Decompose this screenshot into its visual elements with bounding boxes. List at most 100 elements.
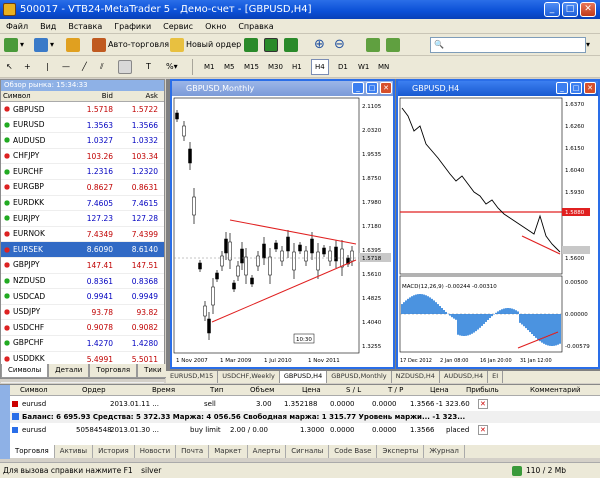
market-watch-row[interactable]: AUDUSD 1.0327 1.0332 — [1, 133, 164, 149]
chart-h4-close[interactable]: ✕ — [584, 82, 596, 94]
tab-symbols[interactable]: Символы — [1, 364, 49, 378]
vertical-line-tool[interactable]: | — [46, 59, 49, 75]
chart-tab[interactable]: EI — [488, 371, 504, 383]
channel-tool[interactable]: ⫽ — [100, 59, 104, 75]
close-button[interactable]: ✕ — [580, 2, 596, 17]
cursor-tool[interactable]: ↖ — [6, 59, 13, 75]
col-symbol[interactable]: Символ — [20, 385, 48, 396]
terminal-tab[interactable]: Активы — [55, 445, 94, 458]
terminal-tab[interactable]: Журнал — [424, 445, 465, 458]
menu-help[interactable]: Справка — [232, 19, 279, 34]
fibonacci-tool[interactable] — [118, 59, 132, 75]
chart-tab[interactable]: NZDUSD,H4 — [392, 371, 440, 383]
bar-chart-button[interactable] — [244, 37, 258, 53]
chart-tab[interactable]: GBPUSD,H4 — [279, 371, 328, 383]
chart-tab[interactable]: USDCHF,Weekly — [218, 371, 280, 383]
market-watch-row[interactable]: USDJPY 93.78 93.82 — [1, 305, 164, 321]
market-watch-row[interactable]: EURJPY 127.23 127.28 — [1, 211, 164, 227]
new-chart-button[interactable]: ▾ — [4, 37, 24, 53]
market-watch-row[interactable]: USDCAD 0.9941 0.9949 — [1, 289, 164, 305]
profiles-button[interactable]: ▾ — [34, 37, 54, 53]
autoscroll-button[interactable] — [386, 37, 400, 53]
terminal-tab[interactable]: История — [93, 445, 135, 458]
market-watch-row[interactable]: EURSEK 8.6090 8.6140 — [1, 242, 164, 258]
search-go-button[interactable]: ▾ — [586, 37, 590, 53]
timeframe-h1[interactable]: H1 — [288, 59, 306, 75]
market-watch-row[interactable]: NZDUSD 0.8361 0.8368 — [1, 274, 164, 290]
terminal-tab[interactable]: Code Base — [329, 445, 378, 458]
timeframe-m15[interactable]: M15 — [240, 59, 263, 75]
line-chart-button[interactable] — [284, 37, 298, 53]
minimize-button[interactable]: _ — [544, 2, 560, 17]
market-watch-row[interactable]: EURUSD 1.3563 1.3566 — [1, 118, 164, 134]
market-watch-row[interactable]: EURCHF 1.2316 1.2320 — [1, 164, 164, 180]
delete-order-icon[interactable]: ✕ — [478, 425, 488, 435]
pending-order-row[interactable]: eurusd 50584548 2013.01.30 ... buy limit… — [10, 424, 600, 436]
column-symbol[interactable]: Символ — [1, 91, 71, 101]
monthly-chart[interactable]: 2.11052.03201.95351.87501.79801.71801.63… — [172, 96, 393, 367]
chart-window-h4[interactable]: GBPUSD,H4 _ □ ✕ 1.6370 1.6260 1.6150 1.6040… — [396, 79, 600, 369]
terminal-tab[interactable]: Маркет — [209, 445, 248, 458]
zoom-in-button[interactable]: ⊕ — [314, 37, 325, 53]
grid-button[interactable] — [366, 37, 380, 53]
chart-tab[interactable]: EURUSD,M15 — [166, 371, 219, 383]
timeframe-mn[interactable]: MN — [374, 59, 393, 75]
chart-h4-minimize[interactable]: _ — [556, 82, 568, 94]
menu-tools[interactable]: Сервис — [157, 19, 199, 34]
timeframe-h4[interactable]: H4 — [311, 59, 329, 75]
zoom-out-button[interactable]: ⊖ — [334, 37, 345, 53]
trendline-tool[interactable]: ╱ — [82, 59, 87, 75]
menu-file[interactable]: Файл — [0, 19, 34, 34]
market-watch-row[interactable]: GBPUSD 1.5718 1.5722 — [1, 102, 164, 118]
tab-ticks[interactable]: Тики — [137, 364, 169, 378]
column-ask[interactable]: Ask — [116, 91, 161, 101]
col-current-price[interactable]: Цена — [430, 385, 449, 396]
close-position-icon[interactable]: ✕ — [478, 399, 488, 409]
crosshair-tool[interactable]: + — [24, 59, 31, 75]
text-tool[interactable]: T — [146, 59, 151, 75]
menu-charts[interactable]: Графики — [108, 19, 157, 34]
terminal-tab[interactable]: Алерты — [248, 445, 287, 458]
maximize-button[interactable]: □ — [562, 2, 578, 17]
column-bid[interactable]: Bid — [71, 91, 116, 101]
new-order-button[interactable]: Новый ордер — [170, 37, 241, 53]
position-row[interactable]: eurusd 2013.01.11 ... sell 3.00 1.352188… — [10, 398, 600, 410]
toolbox-side-bar[interactable] — [0, 385, 10, 459]
col-comment[interactable]: Комментарий — [530, 385, 581, 396]
market-watch-row[interactable]: GBPCHF 1.4270 1.4280 — [1, 336, 164, 352]
chart-monthly-maximize[interactable]: □ — [366, 82, 378, 94]
col-tp[interactable]: T / P — [388, 385, 403, 396]
market-watch-row[interactable]: GBPJPY 147.41 147.51 — [1, 258, 164, 274]
chart-monthly-close[interactable]: ✕ — [380, 82, 392, 94]
col-sl[interactable]: S / L — [346, 385, 361, 396]
market-watch-row[interactable]: CHFJPY 103.26 103.34 — [1, 149, 164, 165]
col-order[interactable]: Ордер — [82, 385, 106, 396]
timeframe-d1[interactable]: D1 — [334, 59, 352, 75]
chart-monthly-titlebar[interactable]: GBPUSD,Monthly _ □ ✕ — [172, 81, 393, 96]
menu-window[interactable]: Окно — [199, 19, 232, 34]
timeframe-m5[interactable]: M5 — [220, 59, 239, 75]
timeframe-m1[interactable]: M1 — [200, 59, 219, 75]
market-watch-row[interactable]: EURDKK 7.4605 7.4615 — [1, 196, 164, 212]
search-input[interactable]: 🔍 — [430, 37, 586, 53]
col-price[interactable]: Цена — [302, 385, 321, 396]
chart-tab[interactable]: AUDUSD,H4 — [440, 371, 489, 383]
chart-window-monthly[interactable]: GBPUSD,Monthly _ □ ✕ 2.1105 2.0320 1.9535 1… — [170, 79, 395, 369]
timeframe-m30[interactable]: M30 — [264, 59, 287, 75]
terminal-tab[interactable]: Сигналы — [286, 445, 330, 458]
market-watch-row[interactable]: EURNOK 7.4349 7.4399 — [1, 227, 164, 243]
market-watch-button[interactable] — [66, 37, 80, 53]
horizontal-line-tool[interactable]: — — [62, 59, 70, 75]
chart-h4-maximize[interactable]: □ — [570, 82, 582, 94]
menu-view[interactable]: Вид — [34, 19, 62, 34]
tab-trading[interactable]: Торговля — [89, 364, 138, 378]
col-type[interactable]: Тип — [210, 385, 223, 396]
timeframe-w1[interactable]: W1 — [354, 59, 373, 75]
market-watch-row[interactable]: EURGBP 0.8627 0.8631 — [1, 180, 164, 196]
tab-details[interactable]: Детали — [48, 364, 90, 378]
col-profit[interactable]: Прибыль — [466, 385, 499, 396]
autotrading-button[interactable]: Авто-торговля — [92, 37, 169, 53]
col-volume[interactable]: Объем — [250, 385, 274, 396]
chart-h4-titlebar[interactable]: GBPUSD,H4 _ □ ✕ — [398, 81, 598, 96]
chart-tab[interactable]: GBPUSD,Monthly — [327, 371, 392, 383]
